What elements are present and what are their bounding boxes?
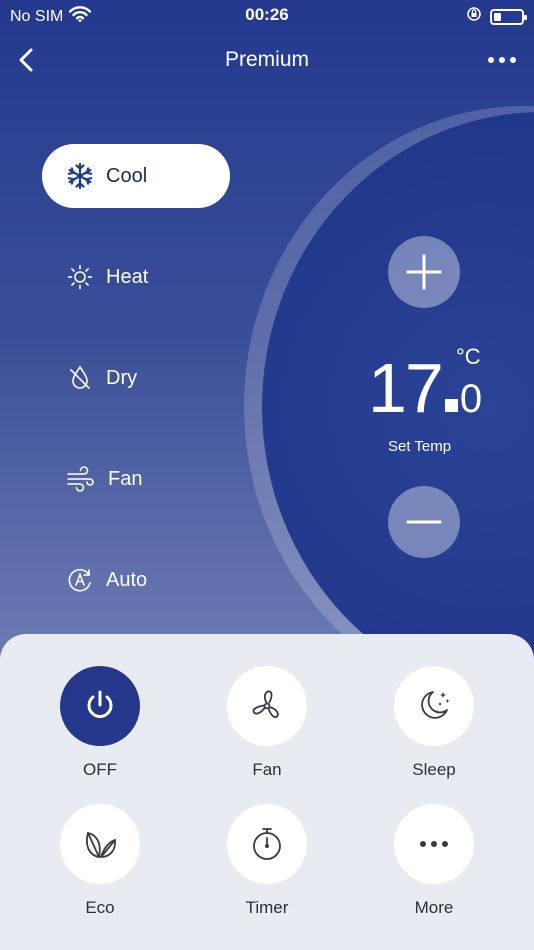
ac-remote-screen: No SIM 00:26 Premium 17 0 °C Set Temp Co… <box>0 0 534 950</box>
dot-icon <box>510 57 516 63</box>
increase-temp-button[interactable] <box>388 236 460 308</box>
control-label: Eco <box>85 898 115 917</box>
moon-icon <box>421 691 450 719</box>
status-time: 00:26 <box>245 5 289 24</box>
battery-icon <box>490 8 527 25</box>
temp-decimal: 0 <box>459 377 482 421</box>
power-control: OFF <box>45 666 155 780</box>
temp-unit: °C <box>456 344 481 369</box>
mode-heat[interactable]: Heat <box>42 245 230 309</box>
control-label: Timer <box>245 898 289 917</box>
mode-label: Cool <box>106 164 148 187</box>
mode-cool[interactable]: Cool <box>42 144 230 208</box>
minus-icon <box>406 520 442 524</box>
droplet-icon <box>70 365 90 389</box>
leaf-icon <box>86 832 116 858</box>
power-button[interactable] <box>60 666 140 746</box>
orientation-lock-icon <box>466 6 482 27</box>
stopwatch-icon <box>253 828 281 860</box>
sleep-control: Sleep <box>379 666 489 780</box>
plus-icon <box>406 254 442 290</box>
status-bar: No SIM 00:26 <box>0 0 534 34</box>
more-button[interactable] <box>394 804 474 884</box>
decrease-temp-button[interactable] <box>388 486 460 558</box>
power-icon <box>87 690 113 718</box>
mode-label: Dry <box>106 366 138 389</box>
page-title: Premium <box>224 48 309 71</box>
set-temp-label: Set Temp <box>388 438 452 455</box>
control-label: OFF <box>83 760 117 779</box>
timer-button[interactable] <box>227 804 307 884</box>
timer-control: Timer <box>212 804 322 918</box>
eco-control: Eco <box>45 804 155 918</box>
eco-button[interactable] <box>60 804 140 884</box>
mode-label: Fan <box>108 467 143 490</box>
mode-label: Heat <box>106 265 149 288</box>
mode-dry[interactable]: Dry <box>42 346 230 410</box>
nav-bar: Premium <box>0 34 534 86</box>
sleep-button[interactable] <box>394 666 474 746</box>
status-right <box>466 6 527 27</box>
sun-icon <box>67 264 93 290</box>
mode-auto[interactable]: Auto <box>42 548 230 612</box>
dot-icon <box>499 57 505 63</box>
control-label: More <box>414 898 454 917</box>
temp-decimal-point <box>444 399 458 412</box>
temp-integer: 17 <box>368 349 444 427</box>
control-panel: OFF Fan Sleep Eco Timer More <box>0 634 534 950</box>
dot-icon <box>488 57 494 63</box>
mode-label: Auto <box>106 568 148 591</box>
mode-fan[interactable]: Fan <box>42 447 230 511</box>
control-label: Fan <box>252 760 282 779</box>
wind-icon <box>67 466 94 492</box>
fan-button[interactable] <box>227 666 307 746</box>
snowflake-icon <box>67 162 93 190</box>
fan-icon <box>252 690 279 719</box>
more-control: More <box>379 804 489 918</box>
more-icon <box>420 841 448 847</box>
more-options-button[interactable] <box>484 48 520 72</box>
fan-control: Fan <box>212 666 322 780</box>
auto-icon <box>68 568 91 592</box>
control-label: Sleep <box>412 760 456 779</box>
